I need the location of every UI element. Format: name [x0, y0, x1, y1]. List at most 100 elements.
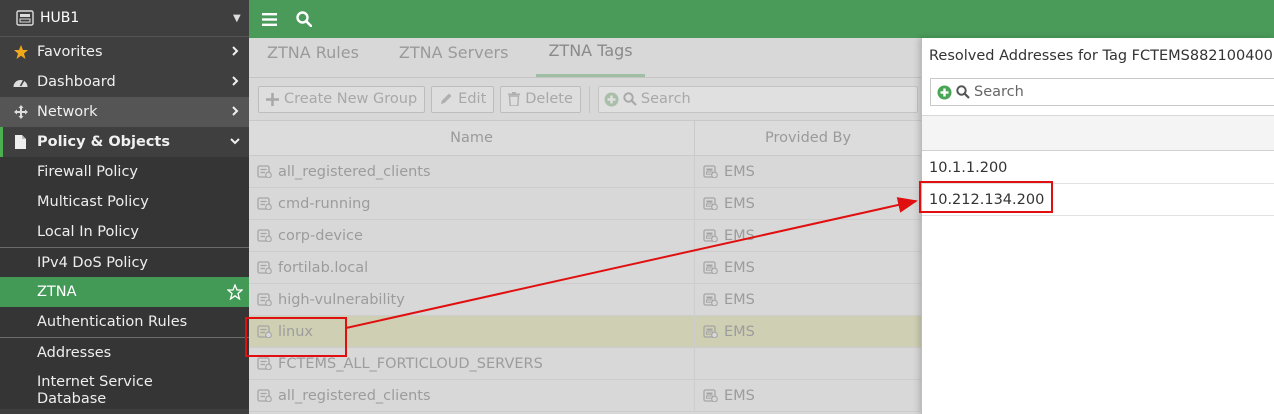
table-row[interactable]: cmd-running EMS — [249, 188, 921, 220]
cell-name: linux — [249, 316, 695, 347]
add-filter-icon[interactable] — [604, 92, 619, 107]
sidebar-sub-label: Local In Policy — [37, 224, 139, 240]
tag-icon — [257, 229, 272, 242]
provider-text: EMS — [724, 163, 755, 180]
cell-name: all_registered_clients — [249, 156, 695, 187]
panel-table-header — [922, 115, 1274, 151]
column-header-name[interactable]: Name — [249, 121, 695, 155]
ems-icon — [703, 229, 718, 242]
panel-search-placeholder: Search — [974, 84, 1024, 100]
sidebar-sub-label: Addresses — [37, 344, 112, 361]
device-selector[interactable]: HUB1 ▼ — [0, 0, 249, 37]
sidebar-item-label: Network — [37, 104, 98, 120]
tab-ztna-tags[interactable]: ZTNA Tags — [536, 37, 645, 77]
column-header-provided-by[interactable]: Provided By — [695, 121, 921, 155]
sidebar-item-dashboard[interactable]: Dashboard — [0, 67, 249, 97]
ems-icon — [703, 261, 718, 274]
tag-name: high-vulnerability — [278, 291, 405, 308]
table-row[interactable]: all_registered_clients EMS — [249, 156, 921, 188]
edit-button[interactable]: Edit — [431, 85, 495, 113]
edit-label: Edit — [458, 91, 487, 107]
create-label: Create New Group — [284, 91, 418, 107]
sidebar-item-ipv4-dos-policy[interactable]: IPv4 DoS Policy — [0, 247, 249, 277]
cell-provided-by: EMS — [695, 220, 921, 251]
sidebar-item-addresses[interactable]: Addresses — [0, 337, 249, 367]
create-new-group-button[interactable]: Create New Group — [258, 85, 426, 113]
sidebar-item-firewall-policy[interactable]: Firewall Policy — [0, 157, 249, 187]
add-filter-icon[interactable] — [937, 85, 952, 100]
table-row[interactable]: all_registered_clients EMS — [249, 380, 921, 412]
sidebar-sub-label: IPv4 DoS Policy — [37, 254, 148, 271]
top-bar — [249, 0, 1274, 38]
ems-icon — [703, 293, 718, 306]
tab-ztna-rules[interactable]: ZTNA Rules — [255, 37, 371, 77]
sidebar-sub-label: Internet Service Database — [37, 374, 153, 407]
cell-name: corp-device — [249, 220, 695, 251]
caret-down-icon[interactable]: ▼ — [233, 13, 241, 24]
cell-provided-by: EMS — [695, 380, 921, 411]
tag-icon — [257, 325, 272, 338]
table-search-input[interactable]: Search — [597, 85, 918, 113]
sidebar-item-authentication-rules[interactable]: Authentication Rules — [0, 307, 249, 337]
main-content: ZTNA Rules ZTNA Servers ZTNA Tags Create… — [249, 38, 921, 414]
sidebar-item-internet-service-database[interactable]: Internet Service Database — [0, 367, 249, 409]
cell-name: high-vulnerability — [249, 284, 695, 315]
tab-ztna-servers[interactable]: ZTNA Servers — [387, 37, 521, 77]
tag-name: all_registered_clients — [278, 163, 431, 180]
table-header: Name Provided By — [249, 120, 921, 156]
cell-provided-by: EMS — [695, 156, 921, 187]
ems-icon — [703, 197, 718, 210]
address-value: 10.1.1.200 — [929, 159, 1008, 176]
table-row[interactable]: fortilab.local EMS — [249, 252, 921, 284]
menu-toggle-button[interactable] — [249, 0, 289, 38]
tab-bar: ZTNA Rules ZTNA Servers ZTNA Tags — [249, 38, 921, 78]
table-row[interactable]: linux EMS — [249, 316, 921, 348]
provider-text: EMS — [724, 323, 755, 340]
resolved-addresses-panel: Resolved Addresses for Tag FCTEMS8821004… — [921, 38, 1274, 414]
global-search-button[interactable] — [289, 0, 319, 38]
address-row[interactable]: 10.1.1.200 — [922, 152, 1274, 184]
panel-search-input[interactable]: Search — [930, 78, 1274, 106]
delete-button[interactable]: Delete — [500, 85, 581, 113]
sidebar-item-network[interactable]: Network — [0, 97, 249, 127]
ems-icon — [703, 325, 718, 338]
cell-provided-by — [695, 348, 921, 379]
provider-text: EMS — [724, 195, 755, 212]
sidebar-item-ztna[interactable]: ZTNA — [0, 277, 249, 307]
table-row[interactable]: high-vulnerability EMS — [249, 284, 921, 316]
trash-icon — [508, 92, 521, 106]
address-row[interactable]: 10.212.134.200 — [922, 184, 1274, 216]
sidebar-item-label: Favorites — [37, 44, 103, 60]
sidebar-item-policy-objects[interactable]: Policy & Objects — [0, 127, 249, 157]
table-row[interactable]: FCTEMS_ALL_FORTICLOUD_SERVERS — [249, 348, 921, 380]
sidebar-sub-label: ZTNA — [37, 284, 77, 300]
cell-name: cmd-running — [249, 188, 695, 219]
favorite-star-icon[interactable] — [227, 284, 243, 300]
panel-title: Resolved Addresses for Tag FCTEMS8821004… — [929, 48, 1274, 64]
cell-name: fortilab.local — [249, 252, 695, 283]
plus-icon — [266, 92, 279, 106]
cell-provided-by: EMS — [695, 188, 921, 219]
tag-name: all_registered_clients — [278, 387, 431, 404]
cell-provided-by: EMS — [695, 252, 921, 283]
provider-text: EMS — [724, 227, 755, 244]
search-icon — [623, 92, 637, 106]
tag-name: linux — [278, 323, 314, 340]
chevron-down-icon — [230, 138, 240, 145]
tag-name: corp-device — [278, 227, 363, 244]
tag-icon — [257, 197, 272, 210]
dashboard-icon — [12, 74, 29, 91]
sidebar-item-multicast-policy[interactable]: Multicast Policy — [0, 187, 249, 217]
sidebar-sub-label: Firewall Policy — [37, 164, 138, 180]
cell-name: FCTEMS_ALL_FORTICLOUD_SERVERS — [249, 348, 695, 379]
address-value: 10.212.134.200 — [929, 191, 1045, 208]
chevron-right-icon — [232, 76, 239, 86]
sidebar-item-label: Policy & Objects — [37, 134, 170, 150]
tag-icon — [257, 165, 272, 178]
tag-icon — [257, 293, 272, 306]
table-row[interactable]: corp-device EMS — [249, 220, 921, 252]
sidebar-item-favorites[interactable]: Favorites — [0, 37, 249, 67]
cell-provided-by: EMS — [695, 284, 921, 315]
sidebar-item-local-in-policy[interactable]: Local In Policy — [0, 217, 249, 247]
tag-icon — [257, 261, 272, 274]
